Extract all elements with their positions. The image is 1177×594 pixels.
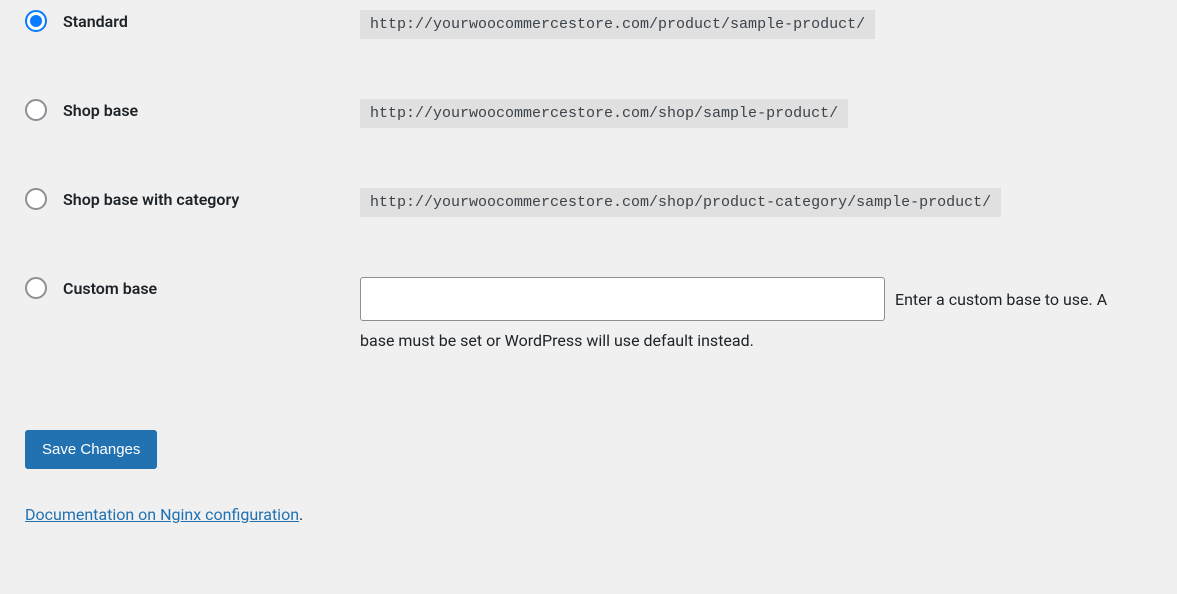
url-preview-shop-base: http://yourwoocommercestore.com/shop/sam… [360, 99, 848, 128]
documentation-row: Documentation on Nginx configuration. [25, 505, 1152, 524]
radio-shop-base[interactable] [25, 99, 47, 121]
option-label-standard[interactable]: Standard [63, 12, 128, 31]
option-left: Custom base [25, 277, 360, 299]
option-label-shop-base[interactable]: Shop base [63, 101, 138, 120]
option-left: Standard [25, 10, 360, 32]
option-right: Enter a custom base to use. A base must … [360, 277, 1152, 350]
custom-base-helper-text-line2: base must be set or WordPress will use d… [360, 331, 1152, 350]
permalink-option-shop-base: Shop base http://yourwoocommercestore.co… [25, 99, 1152, 128]
option-right: http://yourwoocommercestore.com/shop/pro… [360, 188, 1152, 217]
save-changes-button[interactable]: Save Changes [25, 430, 157, 469]
period: . [299, 505, 303, 524]
custom-base-input[interactable] [360, 277, 885, 321]
option-label-shop-base-category[interactable]: Shop base with category [63, 190, 239, 209]
permalink-option-custom-base: Custom base Enter a custom base to use. … [25, 277, 1152, 350]
nginx-documentation-link[interactable]: Documentation on Nginx configuration [25, 505, 299, 524]
radio-shop-base-category[interactable] [25, 188, 47, 210]
url-preview-standard: http://yourwoocommercestore.com/product/… [360, 10, 875, 39]
radio-custom-base[interactable] [25, 277, 47, 299]
radio-standard[interactable] [25, 10, 47, 32]
option-right: http://yourwoocommercestore.com/shop/sam… [360, 99, 1152, 128]
custom-base-helper-text-line1: Enter a custom base to use. A [895, 290, 1107, 309]
permalink-option-standard: Standard http://yourwoocommercestore.com… [25, 10, 1152, 39]
option-label-custom-base[interactable]: Custom base [63, 279, 157, 298]
permalink-option-shop-base-category: Shop base with category http://yourwooco… [25, 188, 1152, 217]
option-left: Shop base [25, 99, 360, 121]
option-right: http://yourwoocommercestore.com/product/… [360, 10, 1152, 39]
url-preview-shop-base-category: http://yourwoocommercestore.com/shop/pro… [360, 188, 1001, 217]
option-left: Shop base with category [25, 188, 360, 210]
